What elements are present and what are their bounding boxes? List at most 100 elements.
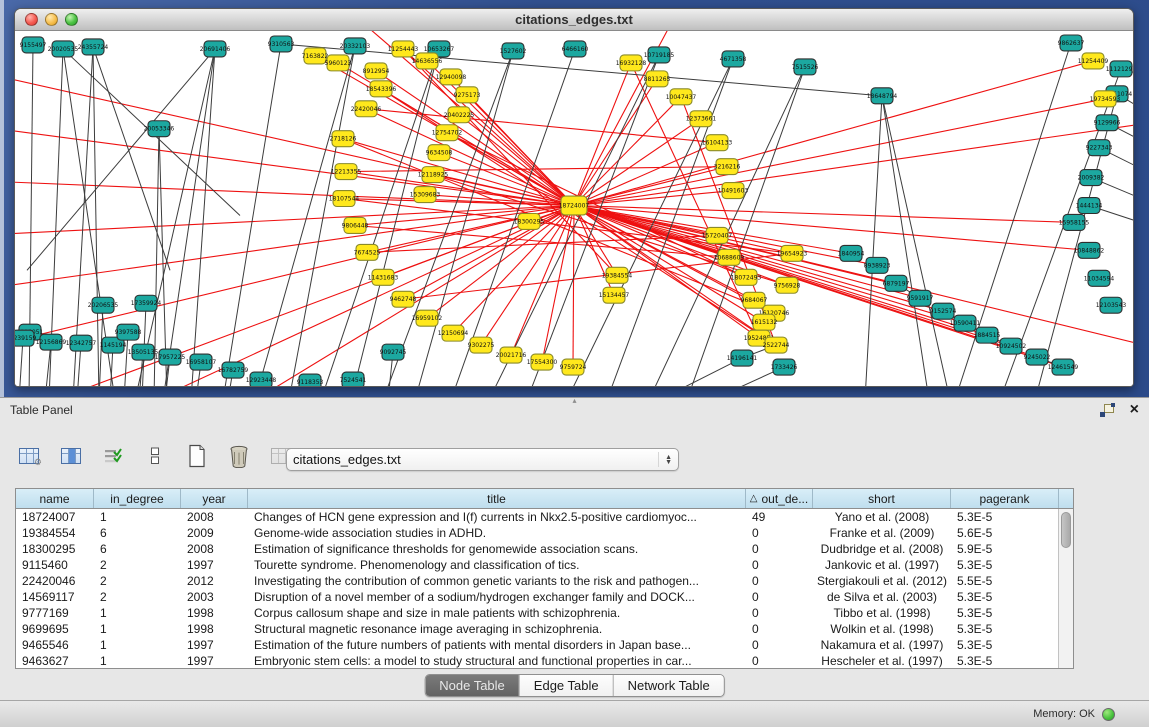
graph-node[interactable]: 1444134 xyxy=(1076,198,1103,214)
graph-node[interactable]: 6466160 xyxy=(562,41,589,57)
splitter-grip[interactable]: ▴ xyxy=(572,398,576,404)
table-cell[interactable]: 2 xyxy=(94,573,181,589)
table-row[interactable]: 2242004622012Investigating the contribut… xyxy=(16,573,1073,589)
graph-node[interactable]: 1884515 xyxy=(974,327,1001,343)
table-cell[interactable]: 0 xyxy=(746,573,813,589)
memory-status-dot[interactable] xyxy=(1102,708,1115,721)
table-cell[interactable]: 22420046 xyxy=(16,573,94,589)
table-cell[interactable]: 0 xyxy=(746,589,813,605)
table-scrollbar[interactable] xyxy=(1058,509,1073,668)
select-rows-button[interactable] xyxy=(98,441,128,471)
graph-node[interactable]: 10848862 xyxy=(1074,242,1105,258)
graph-node[interactable]: 15720407 xyxy=(702,227,733,243)
table-cell[interactable]: Corpus callosum shape and size in male p… xyxy=(248,605,746,621)
table-settings-button[interactable]: ⚙ xyxy=(14,441,44,471)
graph-edge[interactable] xyxy=(351,49,439,386)
graph-edge[interactable] xyxy=(403,49,617,275)
graph-node[interactable]: 20020535 xyxy=(48,41,79,57)
table-cell[interactable]: 2009 xyxy=(181,525,248,541)
table-cell[interactable]: 9777169 xyxy=(16,605,94,621)
graph-node[interactable]: 17359924 xyxy=(131,295,162,311)
table-select-dropdown[interactable]: citations_edges.txt ▲▼ xyxy=(286,448,679,471)
graph-node[interactable]: 9302275 xyxy=(468,337,495,353)
merge-rows-button[interactable] xyxy=(140,441,170,471)
graph-edge[interactable] xyxy=(574,121,1133,206)
table-cell[interactable]: 2 xyxy=(94,589,181,605)
new-table-button[interactable] xyxy=(182,441,212,471)
graph-node[interactable]: 16782759 xyxy=(218,362,249,378)
float-panel-icon[interactable] xyxy=(1100,404,1114,417)
graph-node[interactable]: 19654923 xyxy=(777,245,808,261)
table-cell[interactable]: 19384554 xyxy=(16,525,94,541)
table-cell[interactable]: 2012 xyxy=(181,573,248,589)
graph-node[interactable]: 24355724 xyxy=(78,39,109,55)
table-cell[interactable]: Embryonic stem cells: a model to study s… xyxy=(248,653,746,669)
table-cell[interactable]: Yano et al. (2008) xyxy=(813,509,951,525)
graph-node[interactable]: 15309683 xyxy=(410,187,441,203)
graph-edge[interactable] xyxy=(574,97,681,206)
table-cell[interactable]: Tourette syndrome. Phenomenology and cla… xyxy=(248,557,746,573)
table-cell[interactable]: 5.6E-5 xyxy=(951,525,1059,541)
table-row[interactable]: 969969511998Structural magnetic resonanc… xyxy=(16,621,1073,637)
graph-edge[interactable] xyxy=(574,191,733,206)
graph-edge[interactable] xyxy=(15,206,574,291)
table-cell[interactable]: 1 xyxy=(94,621,181,637)
table-cell[interactable]: 0 xyxy=(746,621,813,637)
table-row[interactable]: 946554611997Estimation of the future num… xyxy=(16,637,1073,653)
table-cell[interactable]: 0 xyxy=(746,541,813,557)
graph-edge[interactable] xyxy=(574,99,1105,206)
graph-node[interactable]: 19384554 xyxy=(602,267,633,283)
graph-node[interactable]: 7515526 xyxy=(792,59,819,75)
table-cell[interactable]: 1998 xyxy=(181,605,248,621)
graph-node[interactable]: 9227343 xyxy=(1086,140,1113,156)
graph-node[interactable]: 17957225 xyxy=(155,349,186,365)
graph-node[interactable]: 12103543 xyxy=(1096,297,1127,313)
graph-node[interactable]: 12461549 xyxy=(1048,359,1079,375)
table-cell[interactable]: 18724007 xyxy=(16,509,94,525)
graph-node[interactable]: 19734593 xyxy=(1090,91,1121,107)
graph-node[interactable]: 9756928 xyxy=(774,277,801,293)
graph-node[interactable]: 10590411 xyxy=(950,315,981,331)
graph-node[interactable]: 9155497 xyxy=(20,37,47,53)
table-row[interactable]: 1938455462009Genome-wide association stu… xyxy=(16,525,1073,541)
table-cell[interactable]: Wolkin et al. (1998) xyxy=(813,621,951,637)
graph-node[interactable]: 9092745 xyxy=(380,344,407,360)
graph-edge[interactable] xyxy=(223,44,281,386)
graph-edge[interactable] xyxy=(163,49,215,386)
table-cell[interactable]: 1998 xyxy=(181,621,248,637)
graph-node[interactable]: 12940098 xyxy=(436,69,467,85)
table-cell[interactable]: 5.3E-5 xyxy=(951,653,1059,669)
graph-node[interactable]: 3216216 xyxy=(714,159,741,175)
table-row[interactable]: 1830029562008Estimation of significance … xyxy=(16,541,1073,557)
graph-node[interactable]: 16959102 xyxy=(412,310,443,326)
table-row[interactable]: 1456911722003Disruption of a novel membe… xyxy=(16,589,1073,605)
table-cell[interactable]: 9699695 xyxy=(16,621,94,637)
graph-node[interactable]: 9462748 xyxy=(390,291,417,307)
graph-node[interactable]: 1527602 xyxy=(500,43,527,59)
tab-network-table[interactable]: Network Table xyxy=(614,675,724,696)
graph-edge[interactable] xyxy=(574,206,1133,351)
table-cell[interactable]: Nakamura et al. (1997) xyxy=(813,637,951,653)
table-cell[interactable]: 2008 xyxy=(181,541,248,557)
table-cell[interactable]: 1997 xyxy=(181,637,248,653)
graph-edge[interactable] xyxy=(403,206,574,300)
graph-node[interactable]: 10688609 xyxy=(714,249,745,265)
network-graph[interactable]: 9155497200205352435572420691406931056320… xyxy=(15,31,1133,386)
column-header-title[interactable]: title xyxy=(248,489,746,508)
table-cell[interactable]: 1 xyxy=(94,509,181,525)
graph-node[interactable]: 12118925 xyxy=(418,167,449,183)
table-cell[interactable]: 5.9E-5 xyxy=(951,541,1059,557)
column-header-year[interactable]: year xyxy=(181,489,248,508)
delete-rows-button[interactable] xyxy=(224,441,254,471)
graph-edge[interactable] xyxy=(882,96,950,386)
table-row[interactable]: 946362711997Embryonic stem cells: a mode… xyxy=(16,653,1073,669)
table-cell[interactable]: 1 xyxy=(94,637,181,653)
graph-node[interactable]: 1615132 xyxy=(751,314,778,330)
table-cell[interactable]: Investigating the contribution of common… xyxy=(248,573,746,589)
graph-node[interactable]: 9245022 xyxy=(1024,349,1051,365)
table-cell[interactable]: 1 xyxy=(94,605,181,621)
graph-node[interactable]: 18107544 xyxy=(329,191,360,207)
graph-node[interactable]: 20206535 xyxy=(88,297,119,313)
graph-node[interactable]: 7674525 xyxy=(354,244,381,260)
graph-node[interactable]: 9634508 xyxy=(426,145,453,161)
